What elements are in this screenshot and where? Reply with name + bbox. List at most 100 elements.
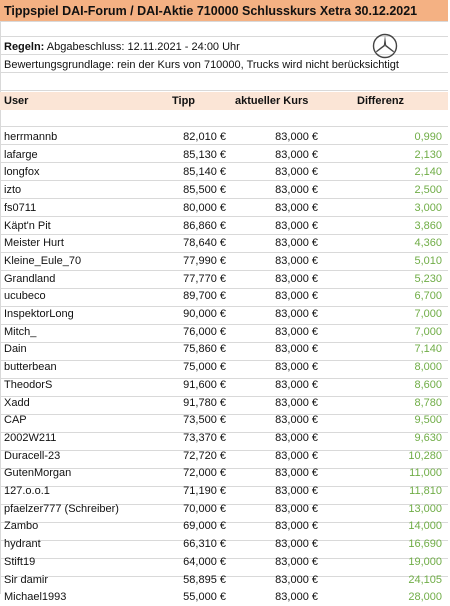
difference-cell[interactable]: 14,000 xyxy=(330,517,442,535)
current-price-cell[interactable]: 83,000 € xyxy=(234,128,318,146)
user-cell[interactable]: Meister Hurt xyxy=(4,234,164,252)
tipp-cell[interactable]: 70,000 € xyxy=(168,500,226,518)
tipp-cell[interactable]: 89,700 € xyxy=(168,287,226,305)
user-cell[interactable]: Xadd xyxy=(4,394,164,412)
tipp-cell[interactable]: 91,780 € xyxy=(168,394,226,412)
tipp-cell[interactable]: 85,500 € xyxy=(168,181,226,199)
current-price-cell[interactable]: 83,000 € xyxy=(234,588,318,606)
current-price-cell[interactable]: 83,000 € xyxy=(234,517,318,535)
tipp-cell[interactable]: 73,500 € xyxy=(168,411,226,429)
user-cell[interactable]: Mitch_ xyxy=(4,323,164,341)
difference-cell[interactable]: 0,990 xyxy=(330,128,442,146)
user-cell[interactable]: InspektorLong xyxy=(4,305,164,323)
difference-cell[interactable]: 11,810 xyxy=(330,482,442,500)
difference-cell[interactable]: 2,500 xyxy=(330,181,442,199)
difference-cell[interactable]: 3,860 xyxy=(330,217,442,235)
user-cell[interactable]: fs0711 xyxy=(4,199,164,217)
difference-cell[interactable]: 11,000 xyxy=(330,464,442,482)
user-cell[interactable]: Kleine_Eule_70 xyxy=(4,252,164,270)
current-price-cell[interactable]: 83,000 € xyxy=(234,270,318,288)
current-price-cell[interactable]: 83,000 € xyxy=(234,181,318,199)
difference-cell[interactable]: 8,600 xyxy=(330,376,442,394)
difference-cell[interactable]: 2,130 xyxy=(330,146,442,164)
current-price-cell[interactable]: 83,000 € xyxy=(234,553,318,571)
tipp-cell[interactable]: 72,720 € xyxy=(168,447,226,465)
current-price-cell[interactable]: 83,000 € xyxy=(234,429,318,447)
difference-cell[interactable]: 7,000 xyxy=(330,305,442,323)
user-cell[interactable]: Michael1993 xyxy=(4,588,164,606)
user-cell[interactable]: hydrant xyxy=(4,535,164,553)
tipp-cell[interactable]: 85,140 € xyxy=(168,163,226,181)
current-price-cell[interactable]: 83,000 € xyxy=(234,217,318,235)
tipp-cell[interactable]: 90,000 € xyxy=(168,305,226,323)
tipp-cell[interactable]: 75,000 € xyxy=(168,358,226,376)
user-cell[interactable]: lafarge xyxy=(4,146,164,164)
current-price-cell[interactable]: 83,000 € xyxy=(234,340,318,358)
difference-cell[interactable]: 8,000 xyxy=(330,358,442,376)
difference-cell[interactable]: 10,280 xyxy=(330,447,442,465)
user-cell[interactable]: ucubeco xyxy=(4,287,164,305)
difference-cell[interactable]: 7,140 xyxy=(330,340,442,358)
current-price-cell[interactable]: 83,000 € xyxy=(234,199,318,217)
difference-cell[interactable]: 9,500 xyxy=(330,411,442,429)
tipp-cell[interactable]: 55,000 € xyxy=(168,588,226,606)
difference-cell[interactable]: 7,000 xyxy=(330,323,442,341)
current-price-cell[interactable]: 83,000 € xyxy=(234,305,318,323)
current-price-cell[interactable]: 83,000 € xyxy=(234,234,318,252)
difference-cell[interactable]: 4,360 xyxy=(330,234,442,252)
tipp-cell[interactable]: 77,770 € xyxy=(168,270,226,288)
header-difference[interactable]: Differenz xyxy=(357,92,404,110)
current-price-cell[interactable]: 83,000 € xyxy=(234,464,318,482)
tipp-cell[interactable]: 80,000 € xyxy=(168,199,226,217)
user-cell[interactable]: GutenMorgan xyxy=(4,464,164,482)
user-cell[interactable]: Duracell-23 xyxy=(4,447,164,465)
tipp-cell[interactable]: 82,010 € xyxy=(168,128,226,146)
user-cell[interactable]: 127.o.o.1 xyxy=(4,482,164,500)
tipp-cell[interactable]: 85,130 € xyxy=(168,146,226,164)
difference-cell[interactable]: 13,000 xyxy=(330,500,442,518)
user-cell[interactable]: izto xyxy=(4,181,164,199)
tipp-cell[interactable]: 69,000 € xyxy=(168,517,226,535)
user-cell[interactable]: Grandland xyxy=(4,270,164,288)
current-price-cell[interactable]: 83,000 € xyxy=(234,500,318,518)
tipp-cell[interactable]: 76,000 € xyxy=(168,323,226,341)
current-price-cell[interactable]: 83,000 € xyxy=(234,146,318,164)
user-cell[interactable]: TheodorS xyxy=(4,376,164,394)
tipp-cell[interactable]: 75,860 € xyxy=(168,340,226,358)
rating-basis-text[interactable]: Bewertungsgrundlage: rein der Kurs von 7… xyxy=(4,56,399,74)
tipp-cell[interactable]: 73,370 € xyxy=(168,429,226,447)
tipp-cell[interactable]: 77,990 € xyxy=(168,252,226,270)
header-tipp[interactable]: Tipp xyxy=(172,92,195,110)
current-price-cell[interactable]: 83,000 € xyxy=(234,482,318,500)
user-cell[interactable]: 2002W211 xyxy=(4,429,164,447)
user-cell[interactable]: Zambo xyxy=(4,517,164,535)
difference-cell[interactable]: 8,780 xyxy=(330,394,442,412)
header-current-price[interactable]: aktueller Kurs xyxy=(235,92,308,110)
user-cell[interactable]: longfox xyxy=(4,163,164,181)
current-price-cell[interactable]: 83,000 € xyxy=(234,376,318,394)
tipp-cell[interactable]: 71,190 € xyxy=(168,482,226,500)
difference-cell[interactable]: 2,140 xyxy=(330,163,442,181)
user-cell[interactable]: Stift19 xyxy=(4,553,164,571)
current-price-cell[interactable]: 83,000 € xyxy=(234,163,318,181)
tipp-cell[interactable]: 58,895 € xyxy=(168,571,226,589)
current-price-cell[interactable]: 83,000 € xyxy=(234,394,318,412)
current-price-cell[interactable]: 83,000 € xyxy=(234,252,318,270)
sheet-title[interactable]: Tippspiel DAI-Forum / DAI-Aktie 710000 S… xyxy=(0,0,448,22)
difference-cell[interactable]: 5,230 xyxy=(330,270,442,288)
user-cell[interactable]: Käpt'n Pit xyxy=(4,217,164,235)
difference-cell[interactable]: 3,000 xyxy=(330,199,442,217)
tipp-cell[interactable]: 66,310 € xyxy=(168,535,226,553)
current-price-cell[interactable]: 83,000 € xyxy=(234,323,318,341)
user-cell[interactable]: pfaelzer777 (Schreiber) xyxy=(4,500,164,518)
difference-cell[interactable]: 24,105 xyxy=(330,571,442,589)
current-price-cell[interactable]: 83,000 € xyxy=(234,358,318,376)
user-cell[interactable]: herrmannb xyxy=(4,128,164,146)
current-price-cell[interactable]: 83,000 € xyxy=(234,535,318,553)
tipp-cell[interactable]: 64,000 € xyxy=(168,553,226,571)
user-cell[interactable]: CAP xyxy=(4,411,164,429)
difference-cell[interactable]: 19,000 xyxy=(330,553,442,571)
current-price-cell[interactable]: 83,000 € xyxy=(234,447,318,465)
tipp-cell[interactable]: 91,600 € xyxy=(168,376,226,394)
rules-row[interactable]: Regeln: Abgabeschluss: 12.11.2021 - 24:0… xyxy=(4,38,240,56)
